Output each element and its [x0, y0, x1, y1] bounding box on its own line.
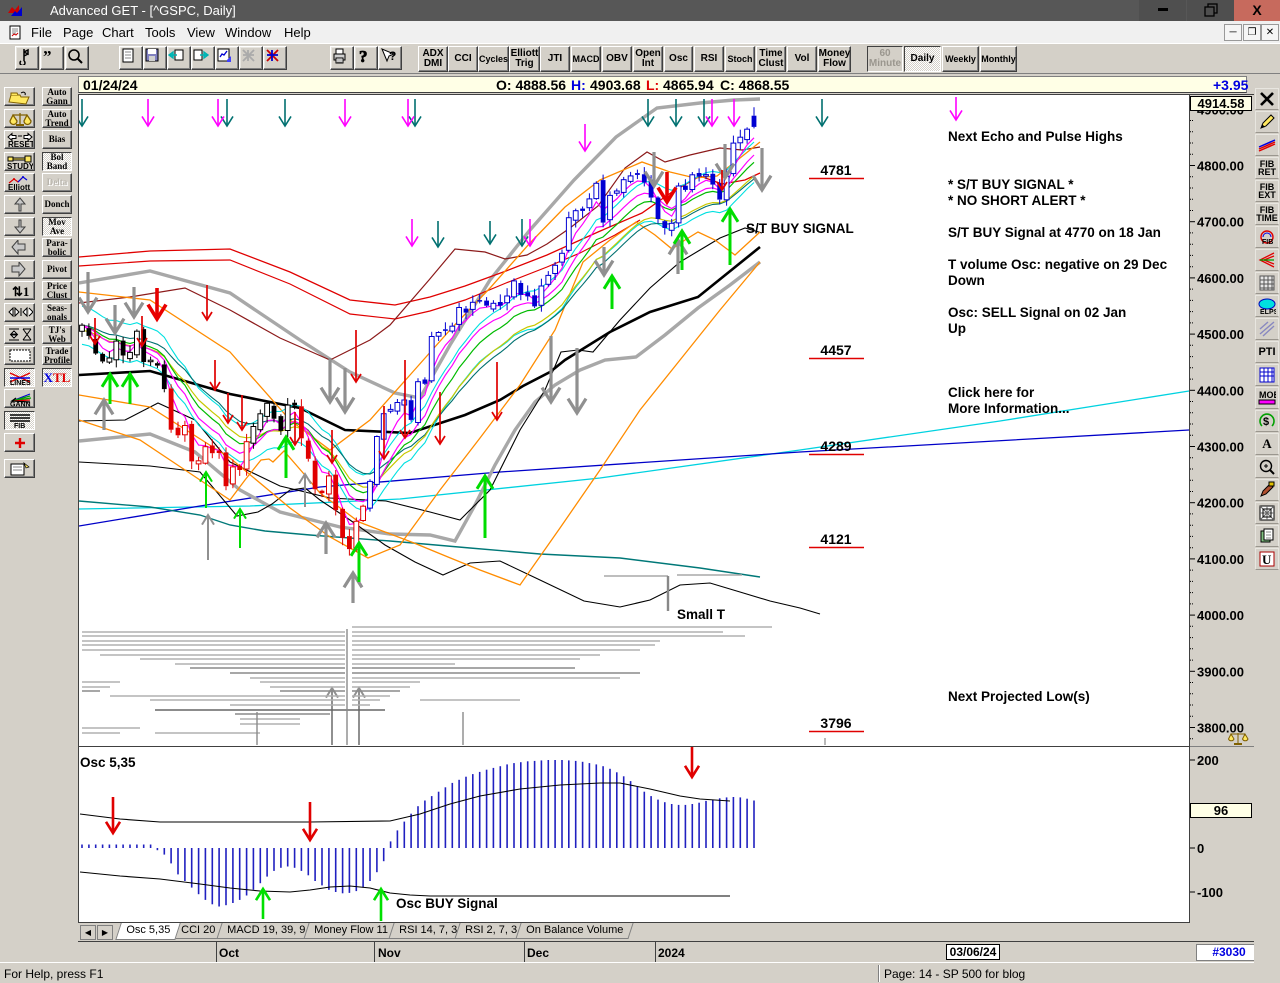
svg-text:ELPS: ELPS — [1260, 309, 1276, 315]
svg-text:Click here for: Click here for — [948, 385, 1035, 400]
svg-text:Next Projected Low(s): Next Projected Low(s) — [948, 689, 1090, 704]
svg-text:LINES: LINES — [10, 380, 31, 386]
svg-text:4000.00: 4000.00 — [1197, 608, 1244, 623]
svg-text:3796: 3796 — [820, 715, 851, 731]
svg-text:Small T: Small T — [677, 607, 726, 622]
svg-text:Osc: SELL Signal on 02 Jan: Osc: SELL Signal on 02 Jan — [948, 305, 1126, 320]
svg-text:Osc 5,35: Osc 5,35 — [80, 755, 136, 770]
svg-text:Next Echo and Pulse Highs: Next Echo and Pulse Highs — [948, 129, 1123, 144]
svg-text:4781: 4781 — [820, 162, 851, 178]
svg-text:4300.00: 4300.00 — [1197, 440, 1244, 455]
svg-text:4100.00: 4100.00 — [1197, 552, 1244, 567]
svg-text:FIB: FIB — [14, 423, 25, 429]
svg-text:MOB: MOB — [1259, 390, 1276, 400]
svg-text:Osc BUY Signal: Osc BUY Signal — [396, 896, 498, 911]
svg-text:4600.00: 4600.00 — [1197, 271, 1244, 286]
svg-text:Down: Down — [948, 273, 985, 288]
svg-text:T volume Osc: negative on 29 D: T volume Osc: negative on 29 Dec — [948, 257, 1168, 272]
svg-text:Elliott: Elliott — [8, 183, 31, 191]
svg-text:Up: Up — [948, 321, 966, 336]
svg-text:4700.00: 4700.00 — [1197, 215, 1244, 230]
svg-text:-100: -100 — [1197, 885, 1223, 900]
svg-text:4800.00: 4800.00 — [1197, 159, 1244, 174]
svg-text:$: $ — [1263, 416, 1269, 428]
svg-text:4121: 4121 — [820, 531, 851, 547]
svg-text:⇅1: ⇅1 — [12, 284, 29, 298]
svg-text:RESET: RESET — [8, 140, 33, 148]
svg-text:200: 200 — [1197, 753, 1219, 768]
svg-text:”: ” — [43, 47, 52, 65]
svg-text:4500.00: 4500.00 — [1197, 327, 1244, 342]
svg-text:FIB: FIB — [1262, 239, 1273, 246]
svg-text:0: 0 — [1197, 841, 1204, 856]
svg-text:4289: 4289 — [820, 438, 851, 454]
svg-text:4457: 4457 — [820, 342, 851, 358]
svg-text:S/T BUY Signal at 4770 on 18 J: S/T BUY Signal at 4770 on 18 Jan — [948, 225, 1161, 240]
svg-text:More Information...: More Information... — [948, 401, 1070, 416]
svg-text:STUDY: STUDY — [7, 162, 33, 170]
svg-text:3900.00: 3900.00 — [1197, 664, 1244, 679]
svg-text:?: ? — [359, 47, 368, 65]
svg-text:U: U — [1262, 552, 1272, 567]
svg-text:* NO SHORT ALERT *: * NO SHORT ALERT * — [948, 193, 1086, 208]
svg-text:4400.00: 4400.00 — [1197, 383, 1244, 398]
svg-text:4200.00: 4200.00 — [1197, 496, 1244, 511]
svg-text:* S/T BUY SIGNAL *: * S/T BUY SIGNAL * — [948, 177, 1074, 192]
svg-text:S/T BUY SIGNAL: S/T BUY SIGNAL — [746, 221, 854, 236]
svg-text:?: ? — [389, 49, 396, 63]
svg-text:GANN: GANN — [10, 401, 31, 407]
